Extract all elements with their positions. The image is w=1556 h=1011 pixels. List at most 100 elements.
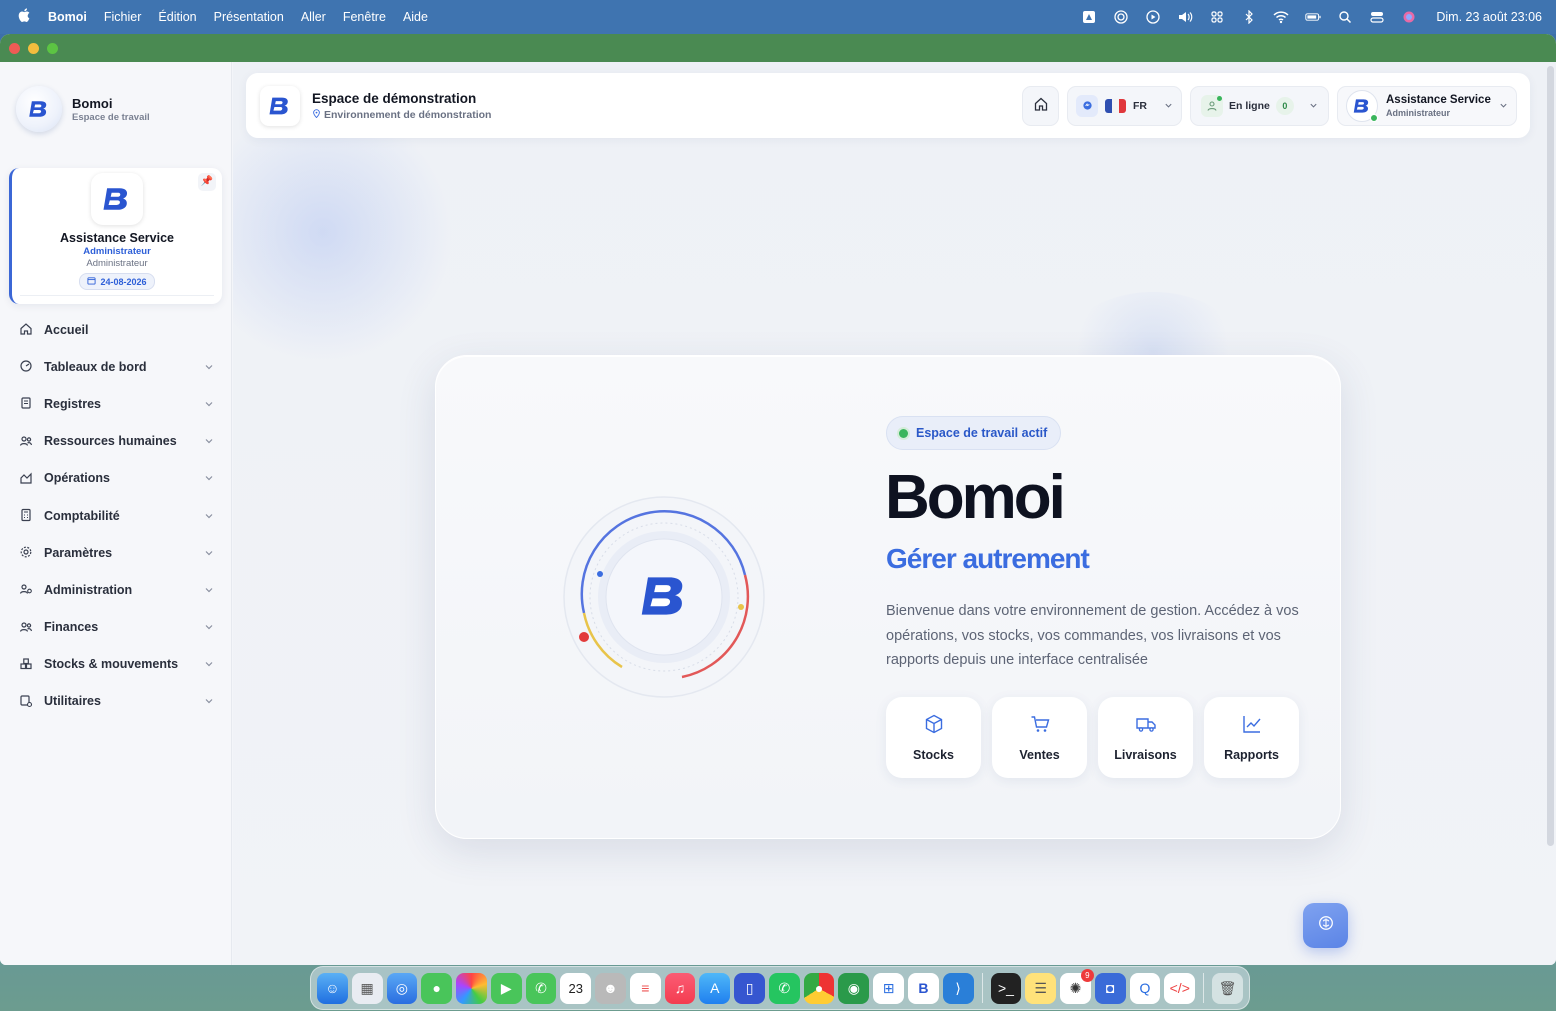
user-profile-card[interactable]: 📌 Assistance Service Administrateur Admi…: [9, 168, 222, 304]
online-users-button[interactable]: En ligne 0: [1190, 85, 1329, 126]
spotlight-search-icon[interactable]: [1336, 10, 1354, 24]
sidebar-item-operations[interactable]: Opérations: [0, 460, 232, 497]
window-titlebar: [0, 34, 1556, 62]
siri-icon[interactable]: [1400, 10, 1418, 24]
messages-icon[interactable]: ●: [421, 972, 453, 1004]
main-content: Espace de démonstration Environnement de…: [233, 62, 1556, 965]
tile-label: Ventes: [1019, 748, 1060, 762]
terminal-icon[interactable]: >_: [990, 972, 1022, 1004]
wifi-icon[interactable]: [1272, 10, 1290, 24]
home-button[interactable]: [1022, 85, 1059, 126]
sidebar-item-accueil[interactable]: Accueil: [0, 311, 232, 348]
bomoi-dock-icon[interactable]: B: [908, 972, 939, 1004]
launchpad-icon[interactable]: ▦: [351, 972, 383, 1004]
sidebar-item-ressources-humaines[interactable]: Ressources humaines: [0, 423, 232, 460]
user-role-secondary: Administrateur: [86, 258, 148, 269]
phone-icon[interactable]: ✆: [525, 972, 557, 1004]
user-avatar: [91, 173, 143, 225]
books-icon[interactable]: ▯: [734, 972, 765, 1004]
sidebar-item-stocks-mouvements[interactable]: Stocks & mouvements: [0, 646, 232, 683]
command-icon[interactable]: [1208, 10, 1226, 24]
workspace-logo-icon[interactable]: [260, 85, 300, 126]
tile-stocks[interactable]: Stocks: [886, 697, 981, 778]
trash-icon[interactable]: 🗑: [1212, 972, 1243, 1004]
notification-badge: 9: [1080, 968, 1094, 982]
photos-icon[interactable]: [456, 972, 487, 1004]
play-icon[interactable]: [1144, 10, 1162, 24]
safari-icon[interactable]: ◎: [386, 972, 418, 1004]
pin-icon[interactable]: 📌: [198, 173, 216, 191]
music-icon[interactable]: ♫: [664, 972, 696, 1004]
sidebar-item-comptabilite[interactable]: Comptabilité: [0, 497, 232, 534]
tools-icon: [19, 694, 34, 709]
sidebar-item-finances[interactable]: Finances: [0, 609, 232, 646]
reminders-icon[interactable]: ≡: [629, 972, 661, 1004]
window-maximize-button[interactable]: [47, 42, 58, 54]
top-header: Espace de démonstration Environnement de…: [246, 73, 1530, 138]
window-minimize-button[interactable]: [28, 42, 39, 54]
date-badge: 24-08-2026: [79, 273, 155, 290]
book-icon: [19, 396, 34, 411]
menu-app-name[interactable]: Bomoi: [48, 10, 87, 24]
sidebar-item-label: Ressources humaines: [44, 434, 177, 449]
background-glow: [233, 102, 453, 362]
contacts-icon[interactable]: ☻: [595, 972, 626, 1004]
finance-icon: [19, 620, 34, 635]
sidebar-brand[interactable]: Bomoi Espace de travail: [0, 62, 231, 140]
app-store-icon[interactable]: A: [699, 972, 731, 1004]
chevron-down-icon: [204, 548, 214, 558]
control-center-icon[interactable]: [1368, 10, 1386, 24]
quicktime-icon[interactable]: Q: [1129, 972, 1161, 1004]
menu-presentation[interactable]: Présentation: [214, 10, 284, 24]
hero-tagline: Gérer autrement: [886, 543, 1090, 574]
chevron-down-icon: [204, 585, 214, 595]
sidebar-item-registres[interactable]: Registres: [0, 385, 232, 422]
tile-label: Rapports: [1224, 748, 1279, 762]
sidebar-item-label: Accueil: [44, 322, 89, 337]
battery-icon[interactable]: [1304, 10, 1322, 24]
sidebar-item-tableaux-de-bord[interactable]: Tableaux de bord: [0, 348, 232, 385]
facetime-icon[interactable]: ▶: [490, 972, 522, 1004]
menu-bar: Bomoi Fichier Édition Présentation Aller…: [0, 0, 1556, 34]
menu-edition[interactable]: Édition: [158, 10, 196, 24]
bluetooth-icon[interactable]: [1240, 10, 1258, 24]
sidebar-item-administration[interactable]: Administration: [0, 571, 232, 608]
sidebar-item-parametres[interactable]: Paramètres: [0, 534, 232, 571]
menu-fenetre[interactable]: Fenêtre: [343, 10, 386, 24]
calendar-icon[interactable]: 23: [560, 972, 592, 1004]
whatsapp-icon[interactable]: ✆: [768, 972, 800, 1004]
chevron-down-icon: [204, 622, 214, 632]
notes-icon[interactable]: ☰: [1025, 972, 1057, 1004]
windows-app-icon[interactable]: ⊞: [873, 972, 905, 1004]
menubar-clock[interactable]: Dim. 23 août 23:06: [1436, 10, 1542, 24]
online-count-badge: 0: [1275, 96, 1294, 115]
status-app-icon[interactable]: [1080, 10, 1098, 24]
code-editor-icon[interactable]: </>: [1164, 972, 1196, 1004]
online-status-dot: [1370, 113, 1378, 122]
fingerprint-icon[interactable]: [1112, 10, 1130, 24]
tile-rapports[interactable]: Rapports: [1204, 697, 1299, 778]
brand-name: Bomoi: [72, 95, 113, 111]
scrollbar[interactable]: [1547, 66, 1554, 846]
finder-icon[interactable]: ☺: [317, 972, 348, 1004]
chevron-down-icon: [204, 362, 214, 372]
workspace-status-pill: Espace de travail actif: [886, 416, 1062, 450]
tile-ventes[interactable]: Ventes: [992, 697, 1087, 778]
menu-aide[interactable]: Aide: [403, 10, 428, 24]
menu-aller[interactable]: Aller: [301, 10, 326, 24]
disk-utility-icon[interactable]: ◘: [1094, 972, 1126, 1004]
chevron-down-icon: [1309, 101, 1318, 110]
chrome-icon[interactable]: ●: [803, 972, 835, 1004]
tile-livraisons[interactable]: Livraisons: [1098, 697, 1193, 778]
window-close-button[interactable]: [9, 42, 20, 54]
volume-icon[interactable]: [1176, 10, 1194, 24]
chatgpt-icon[interactable]: ✺ 9: [1060, 968, 1094, 1004]
language-selector[interactable]: FR: [1067, 85, 1182, 126]
vscode-icon[interactable]: ⟩: [942, 972, 974, 1004]
sidebar-item-utilitaires[interactable]: Utilitaires: [0, 683, 232, 720]
assistant-fab-button[interactable]: [1303, 903, 1348, 948]
browser-green-icon[interactable]: ◉: [838, 972, 870, 1004]
menu-fichier[interactable]: Fichier: [104, 10, 142, 24]
user-menu-button[interactable]: Assistance Service Administrateur: [1337, 85, 1517, 126]
apple-menu-icon[interactable]: [18, 8, 30, 26]
